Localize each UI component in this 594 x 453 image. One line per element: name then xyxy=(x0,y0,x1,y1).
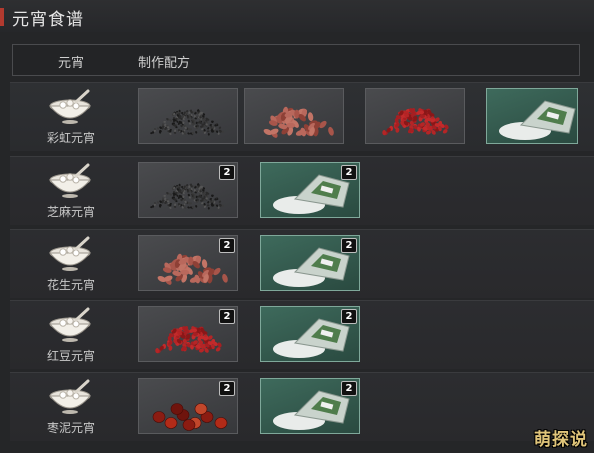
yuanxiao-bowl-icon xyxy=(48,162,94,202)
recipe-row: 枣泥元宵 2 2 xyxy=(10,372,594,441)
watermark-logo: 萌探说 xyxy=(534,430,588,450)
red-beans-icon xyxy=(382,108,449,136)
recipe-row: 彩虹元宵 xyxy=(10,82,594,151)
yuanxiao-bowl-icon xyxy=(48,306,94,346)
ingredient-slot-black-sesame[interactable] xyxy=(138,88,238,144)
ingredient-slot-red-dates[interactable]: 2 xyxy=(138,378,238,434)
quantity-badge: 2 xyxy=(341,165,357,180)
quantity-badge: 2 xyxy=(341,381,357,396)
ingredient-slot-glutinous-rice-flour[interactable]: 2 xyxy=(260,235,360,291)
recipe-row: 红豆元宵 2 2 xyxy=(10,300,594,369)
ingredient-slot-peanuts[interactable]: 2 xyxy=(138,235,238,291)
ingredient-slot-glutinous-rice-flour[interactable]: 2 xyxy=(260,378,360,434)
title-accent-bar xyxy=(0,8,4,26)
black-sesame-icon xyxy=(150,109,224,136)
recipe-name: 枣泥元宵 xyxy=(46,421,95,435)
ingredient-slot-glutinous-rice-flour[interactable]: 2 xyxy=(260,306,360,362)
quantity-badge: 2 xyxy=(219,381,235,396)
ingredient-slot-black-sesame[interactable]: 2 xyxy=(138,162,238,218)
title-bar: 元宵食谱 xyxy=(0,0,594,32)
ingredient-slot-glutinous-rice-flour[interactable] xyxy=(486,88,578,144)
recipe-row: 芝麻元宵 2 2 xyxy=(10,156,594,225)
peanuts-icon xyxy=(263,106,334,138)
quantity-badge: 2 xyxy=(219,165,235,180)
recipe-name: 芝麻元宵 xyxy=(46,205,95,219)
recipe-name: 彩虹元宵 xyxy=(46,131,95,145)
recipe-row: 花生元宵 2 2 xyxy=(10,229,594,298)
ingredient-slot-red-beans[interactable] xyxy=(365,88,465,144)
ingredient-slot-glutinous-rice-flour[interactable]: 2 xyxy=(260,162,360,218)
yuanxiao-bowl-icon xyxy=(48,378,94,418)
glutinous-rice-flour-icon xyxy=(499,100,576,140)
quantity-badge: 2 xyxy=(219,238,235,253)
yuanxiao-bowl-icon xyxy=(48,235,94,275)
quantity-badge: 2 xyxy=(219,309,235,324)
table-header: 元宵 制作配方 xyxy=(12,44,580,76)
recipe-name: 红豆元宵 xyxy=(46,349,95,363)
header-name-column: 元宵 xyxy=(58,56,85,71)
quantity-badge: 2 xyxy=(341,309,357,324)
recipe-name: 花生元宵 xyxy=(46,278,95,292)
ingredient-slot-red-beans[interactable]: 2 xyxy=(138,306,238,362)
page-title: 元宵食谱 xyxy=(12,10,84,30)
quantity-badge: 2 xyxy=(341,238,357,253)
ingredient-slot-peanuts[interactable] xyxy=(244,88,344,144)
yuanxiao-bowl-icon xyxy=(48,88,94,128)
header-recipe-column: 制作配方 xyxy=(138,56,191,71)
